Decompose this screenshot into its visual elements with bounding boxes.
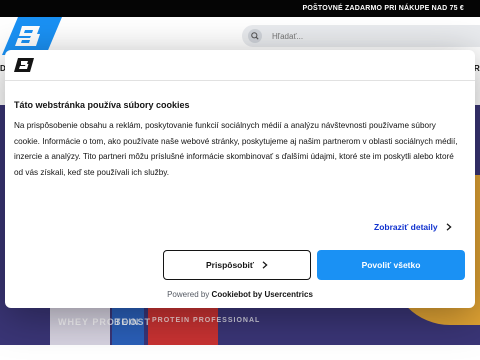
brand-logo-icon — [14, 58, 34, 72]
cookie-consent-dialog: Táto webstránka používa súbory cookies N… — [5, 50, 475, 308]
dialog-body-text: Na prispôsobenie obsahu a reklám, poskyt… — [14, 121, 458, 177]
powered-prefix: Powered by — [167, 290, 210, 299]
customize-button[interactable]: Prispôsobiť — [163, 250, 311, 280]
show-details-label: Zobraziť detaily — [374, 222, 438, 232]
dialog-title: Táto webstránka používa súbory cookies — [14, 100, 190, 110]
powered-by: Powered by Cookiebot by Usercentrics — [5, 290, 475, 299]
search-bar[interactable] — [242, 25, 480, 47]
dialog-divider — [5, 80, 475, 81]
hero-product-image — [148, 307, 218, 345]
allow-all-button[interactable]: Povoliť všetko — [317, 250, 465, 280]
chevron-right-icon — [262, 261, 268, 269]
customize-button-label: Prispôsobiť — [206, 260, 254, 270]
page-bottom — [0, 345, 480, 360]
search-input[interactable] — [270, 30, 474, 42]
show-details-link[interactable]: Zobraziť detaily — [374, 222, 452, 232]
product-label: PROTEIN PROFESSIONAL — [152, 317, 261, 324]
promo-bar: POŠTOVNÉ ZADARMO PRI NÁKUPE NAD 75 € — [0, 0, 480, 17]
chevron-right-icon — [446, 223, 452, 231]
promo-text: POŠTOVNÉ ZADARMO PRI NÁKUPE NAD 75 € — [302, 5, 464, 12]
allow-all-button-label: Povoliť všetko — [361, 260, 421, 270]
powered-brand[interactable]: Cookiebot by Usercentrics — [212, 290, 313, 299]
product-label: BOOST — [114, 317, 152, 327]
search-icon — [248, 29, 262, 43]
